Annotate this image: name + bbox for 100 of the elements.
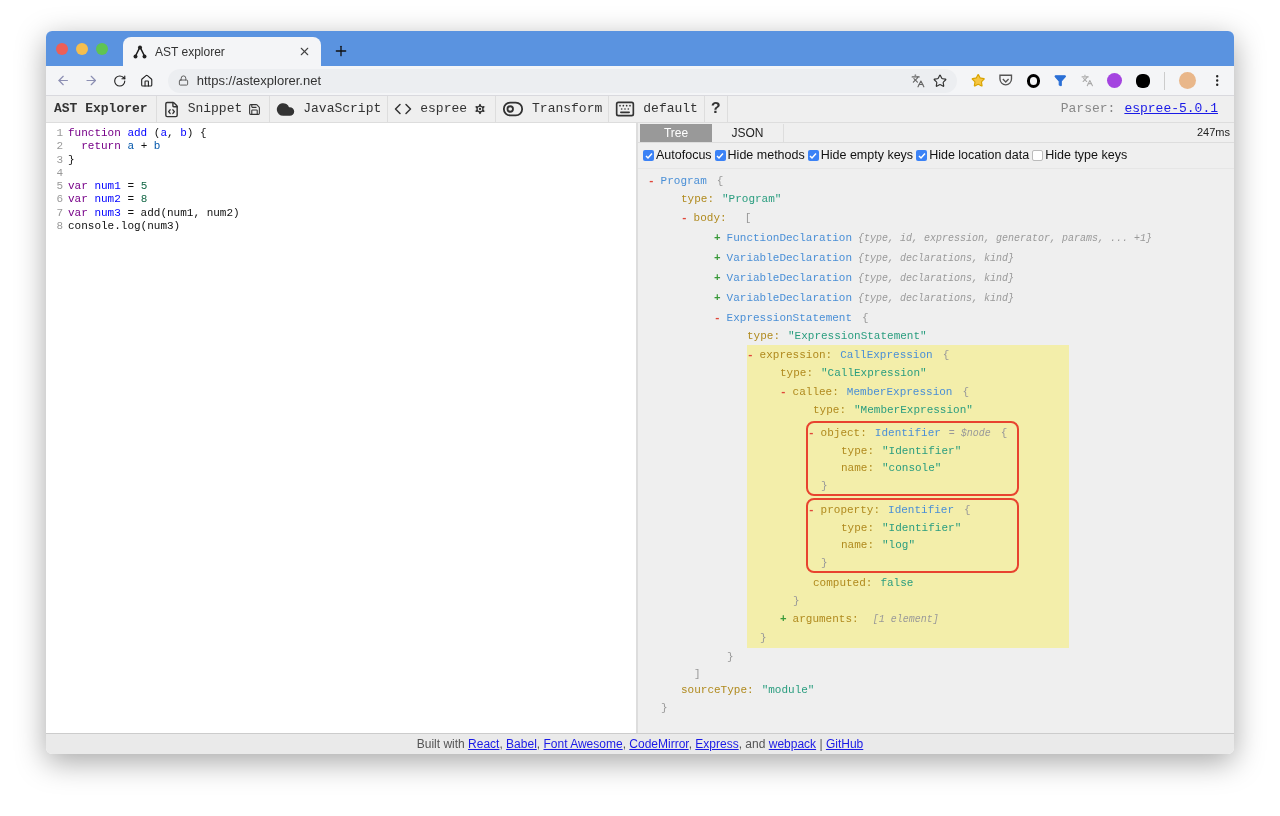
option-checkbox[interactable]: [1032, 150, 1044, 161]
collapse-toggle[interactable]: -: [808, 424, 815, 442]
option-label: Autofocus: [656, 147, 712, 165]
open-brace: {: [862, 310, 869, 326]
pocket-icon[interactable]: [999, 74, 1013, 87]
property-value: "Identifier": [882, 521, 962, 537]
property-value: "Identifier": [882, 444, 962, 460]
credit-link[interactable]: Font Awesome: [543, 737, 623, 751]
node-type[interactable]: VariableDeclaration: [726, 289, 853, 307]
help-button[interactable]: ?: [704, 96, 727, 122]
home-icon[interactable]: [140, 73, 154, 88]
open-brace: {: [962, 384, 970, 400]
line-number: 1: [55, 127, 64, 141]
property-key: expression:: [759, 346, 833, 364]
node-summary: [1 element]: [872, 612, 939, 627]
parser-version-link[interactable]: espree-5.0.1: [1124, 96, 1218, 122]
collapse-toggle[interactable]: -: [681, 209, 688, 227]
parser-label: Parser:: [1060, 100, 1116, 119]
translate-icon[interactable]: [910, 73, 925, 88]
option-label: Hide empty keys: [820, 147, 914, 165]
property-key: name:: [841, 537, 874, 554]
credit-link[interactable]: webpack: [768, 737, 817, 751]
property-key: type:: [841, 520, 874, 537]
option-checkbox[interactable]: [643, 150, 654, 161]
collapse-toggle[interactable]: -: [747, 346, 754, 364]
collapse-toggle[interactable]: -: [648, 172, 655, 190]
node-summary: {type, declarations, kind}: [858, 291, 1015, 306]
property-value: "log": [882, 538, 916, 554]
browser-tab[interactable]: AST explorer: [123, 37, 321, 66]
node-type[interactable]: FunctionDeclaration: [726, 229, 853, 247]
close-brace: }: [760, 630, 767, 645]
star-icon[interactable]: [970, 73, 986, 88]
collapse-toggle[interactable]: -: [808, 501, 815, 519]
node-type[interactable]: Identifier: [874, 424, 941, 442]
close-brace: }: [793, 593, 800, 608]
close-brace: }: [661, 700, 668, 715]
expand-toggle[interactable]: +: [714, 249, 721, 267]
credit-link[interactable]: Express: [695, 737, 739, 751]
bookmark-star-icon[interactable]: [932, 73, 947, 88]
expand-toggle[interactable]: +: [780, 610, 787, 628]
close-icon[interactable]: [298, 45, 311, 58]
node-type[interactable]: VariableDeclaration: [726, 249, 853, 267]
back-icon[interactable]: [56, 73, 71, 88]
ring-icon[interactable]: [1026, 73, 1041, 88]
property-key: computed:: [813, 575, 873, 592]
code-line: console.log(num3): [68, 220, 181, 234]
property-key: callee:: [792, 383, 839, 401]
node-type[interactable]: Program: [660, 172, 707, 190]
line-number: 3: [55, 153, 64, 167]
code-line: var num3 = add(num1, num2): [68, 206, 240, 221]
node-type[interactable]: VariableDeclaration: [726, 269, 853, 287]
toolbar-button[interactable]: Transform: [496, 96, 609, 122]
expand-toggle[interactable]: +: [714, 289, 721, 307]
property-key: type:: [681, 191, 714, 208]
option-checkbox[interactable]: [916, 150, 928, 161]
node-type[interactable]: MemberExpression: [846, 383, 953, 401]
credit-link[interactable]: Babel: [506, 737, 537, 751]
property-value: "console": [882, 461, 942, 477]
toolbar-button[interactable]: Snippet: [156, 96, 249, 122]
expand-toggle[interactable]: +: [714, 269, 721, 287]
property-value: false: [880, 576, 914, 592]
funnel-icon[interactable]: [1054, 74, 1067, 87]
collapse-toggle[interactable]: -: [780, 383, 787, 401]
option-label: Hide location data: [929, 147, 1030, 165]
output-tab[interactable]: JSON: [712, 123, 784, 142]
property-key: property:: [820, 501, 881, 519]
address-field[interactable]: https://astexplorer.net: [167, 68, 957, 93]
code-file-icon: [162, 100, 180, 118]
option-label: Hide type keys: [1045, 147, 1128, 165]
parse-time: 247ms: [1196, 125, 1231, 141]
option-checkbox[interactable]: [807, 150, 819, 161]
credit-link[interactable]: CodeMirror: [629, 737, 689, 751]
code-editor[interactable]: 1 function add (a, b) { 2 return a + b 3 } 4 5 var num1 = 5 6 var num2 = 8 7 var num3 = add(num1, num2) 8 console.log(num3): [46, 123, 638, 733]
toolbar-button[interactable]: JavaScript: [270, 96, 388, 122]
lock-icon: [177, 75, 189, 86]
toolbar-button[interactable]: default: [609, 96, 704, 122]
close-brace: ]: [694, 666, 701, 681]
property-key: type:: [780, 365, 813, 382]
credit-link[interactable]: GitHub: [825, 737, 864, 751]
node-type[interactable]: Identifier: [888, 501, 955, 519]
open-brace: {: [716, 173, 724, 189]
line-number: 7: [55, 206, 64, 221]
option-checkbox[interactable]: [714, 150, 726, 161]
expand-toggle[interactable]: +: [714, 229, 721, 247]
keyboard-icon: [615, 99, 636, 119]
node-type[interactable]: CallExpression: [840, 346, 933, 364]
save-icon[interactable]: [248, 102, 262, 116]
output-tab[interactable]: Tree: [640, 123, 712, 142]
forward-icon[interactable]: [84, 73, 99, 88]
reload-icon[interactable]: [112, 73, 127, 88]
settings-icon[interactable]: [473, 102, 488, 116]
code-line: }: [68, 153, 75, 167]
tab-title: AST explorer: [155, 43, 226, 61]
collapse-toggle[interactable]: -: [714, 309, 721, 327]
code-line: var num1 = 5: [68, 180, 148, 194]
toolbar-button[interactable]: espree: [388, 96, 474, 122]
property-key: type:: [813, 402, 846, 419]
extension-icon[interactable]: [1135, 73, 1151, 88]
node-type[interactable]: ExpressionStatement: [726, 309, 853, 327]
code-line: return a + b: [80, 140, 161, 154]
